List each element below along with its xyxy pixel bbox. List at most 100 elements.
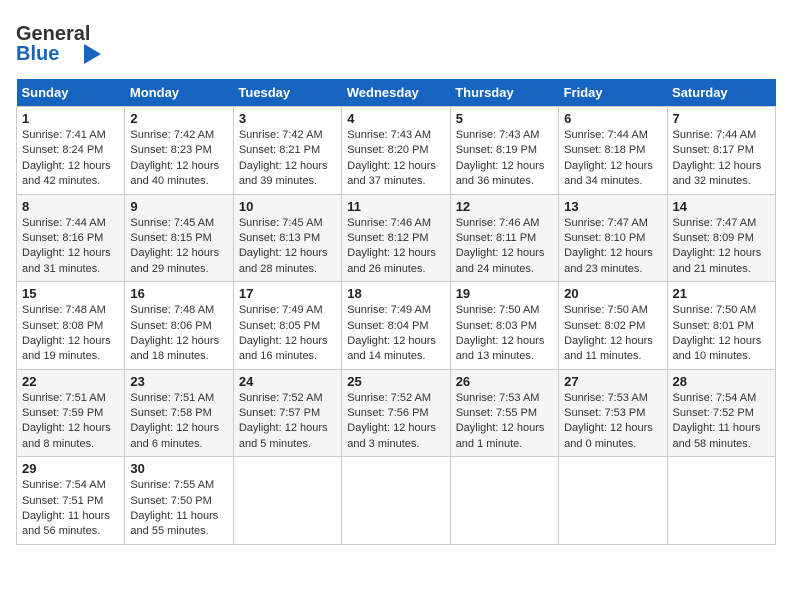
sunset-text: Sunset: 7:53 PM bbox=[564, 407, 645, 419]
day-header-tuesday: Tuesday bbox=[233, 79, 341, 107]
calendar-cell bbox=[233, 457, 341, 545]
sunset-text: Sunset: 8:12 PM bbox=[347, 232, 428, 244]
day-number: 19 bbox=[456, 286, 553, 301]
day-header-wednesday: Wednesday bbox=[342, 79, 450, 107]
sunset-text: Sunset: 8:01 PM bbox=[673, 320, 754, 332]
sunrise-text: Sunrise: 7:55 AM bbox=[130, 479, 214, 491]
day-number: 6 bbox=[564, 111, 661, 126]
day-number: 28 bbox=[673, 374, 770, 389]
sunset-text: Sunset: 7:59 PM bbox=[22, 407, 103, 419]
daylight-text: Daylight: 12 hours and 28 minutes. bbox=[239, 247, 328, 274]
calendar-week-2: 8Sunrise: 7:44 AMSunset: 8:16 PMDaylight… bbox=[17, 194, 776, 282]
calendar-cell: 24Sunrise: 7:52 AMSunset: 7:57 PMDayligh… bbox=[233, 369, 341, 457]
sunset-text: Sunset: 7:52 PM bbox=[673, 407, 754, 419]
day-header-friday: Friday bbox=[559, 79, 667, 107]
calendar-cell: 16Sunrise: 7:48 AMSunset: 8:06 PMDayligh… bbox=[125, 282, 233, 370]
calendar-week-3: 15 Sunrise: 7:48 AM Sunset: 8:08 PM Dayligh… bbox=[17, 282, 776, 370]
calendar-cell: 13Sunrise: 7:47 AMSunset: 8:10 PMDayligh… bbox=[559, 194, 667, 282]
sunrise-text: Sunrise: 7:46 AM bbox=[456, 217, 540, 229]
sunrise-text: Sunrise: 7:44 AM bbox=[673, 129, 757, 141]
daylight-text: Daylight: 12 hours and 14 minutes. bbox=[347, 335, 436, 362]
sunset-text: Sunset: 8:09 PM bbox=[673, 232, 754, 244]
daylight-text: Daylight: 12 hours and 5 minutes. bbox=[239, 422, 328, 449]
calendar-week-4: 22Sunrise: 7:51 AMSunset: 7:59 PMDayligh… bbox=[17, 369, 776, 457]
calendar-cell: 14Sunrise: 7:47 AMSunset: 8:09 PMDayligh… bbox=[667, 194, 775, 282]
calendar-cell: 15Sunrise: 7:48 AMSunset: 8:08 PMDayligh… bbox=[17, 282, 125, 370]
logo: General Blue bbox=[16, 16, 106, 71]
daylight-text: Daylight: 12 hours and 1 minute. bbox=[456, 422, 545, 449]
daylight-text: Daylight: 12 hours and 0 minutes. bbox=[564, 422, 653, 449]
day-number: 11 bbox=[347, 199, 444, 214]
daylight-text: Daylight: 12 hours and 8 minutes. bbox=[22, 422, 111, 449]
calendar-cell: 23Sunrise: 7:51 AMSunset: 7:58 PMDayligh… bbox=[125, 369, 233, 457]
calendar-cell: 29Sunrise: 7:54 AMSunset: 7:51 PMDayligh… bbox=[17, 457, 125, 545]
day-number: 5 bbox=[456, 111, 553, 126]
calendar-cell: 12Sunrise: 7:46 AMSunset: 8:11 PMDayligh… bbox=[450, 194, 558, 282]
sunset-text: Sunset: 8:15 PM bbox=[130, 232, 211, 244]
calendar-cell: 21Sunrise: 7:50 AMSunset: 8:01 PMDayligh… bbox=[667, 282, 775, 370]
daylight-text: Daylight: 11 hours and 56 minutes. bbox=[22, 510, 110, 537]
sunrise-text: Sunrise: 7:52 AM bbox=[239, 392, 323, 404]
sunset-text: Sunset: 8:03 PM bbox=[456, 320, 537, 332]
calendar-cell: 25Sunrise: 7:52 AMSunset: 7:56 PMDayligh… bbox=[342, 369, 450, 457]
daylight-text: Daylight: 12 hours and 23 minutes. bbox=[564, 247, 653, 274]
day-number: 18 bbox=[347, 286, 444, 301]
day-number: 17 bbox=[239, 286, 336, 301]
sunset-text: Sunset: 8:23 PM bbox=[130, 144, 211, 156]
day-number: 14 bbox=[673, 199, 770, 214]
sunrise-text: Sunrise: 7:49 AM bbox=[239, 304, 323, 316]
sunrise-text: Sunrise: 7:44 AM bbox=[22, 217, 106, 229]
daylight-text: Daylight: 12 hours and 10 minutes. bbox=[673, 335, 762, 362]
calendar-cell: 9Sunrise: 7:45 AMSunset: 8:15 PMDaylight… bbox=[125, 194, 233, 282]
daylight-text: Daylight: 12 hours and 6 minutes. bbox=[130, 422, 219, 449]
sunrise-text: Sunrise: 7:43 AM bbox=[347, 129, 431, 141]
sunrise-text: Sunrise: 7:44 AM bbox=[564, 129, 648, 141]
sunrise-text: Sunrise: 7:48 AM bbox=[130, 304, 214, 316]
day-header-sunday: Sunday bbox=[17, 79, 125, 107]
sunset-text: Sunset: 8:04 PM bbox=[347, 320, 428, 332]
day-number: 13 bbox=[564, 199, 661, 214]
sunrise-text: Sunrise: 7:46 AM bbox=[347, 217, 431, 229]
day-number: 1 bbox=[22, 111, 119, 126]
calendar-cell bbox=[667, 457, 775, 545]
sunrise-text: Sunrise: 7:54 AM bbox=[22, 479, 106, 491]
sunset-text: Sunset: 8:17 PM bbox=[673, 144, 754, 156]
calendar-table: SundayMondayTuesdayWednesdayThursdayFrid… bbox=[16, 79, 776, 545]
day-number: 2 bbox=[130, 111, 227, 126]
sunset-text: Sunset: 8:10 PM bbox=[564, 232, 645, 244]
sunrise-text: Sunrise: 7:53 AM bbox=[564, 392, 648, 404]
day-number: 10 bbox=[239, 199, 336, 214]
sunrise-text: Sunrise: 7:50 AM bbox=[456, 304, 540, 316]
sunset-text: Sunset: 7:57 PM bbox=[239, 407, 320, 419]
sunrise-text: Sunrise: 7:45 AM bbox=[130, 217, 214, 229]
sunrise-text: Sunrise: 7:43 AM bbox=[456, 129, 540, 141]
sunrise-text: Sunrise: 7:50 AM bbox=[673, 304, 757, 316]
daylight-text: Daylight: 12 hours and 3 minutes. bbox=[347, 422, 436, 449]
sunrise-text: Sunrise: 7:49 AM bbox=[347, 304, 431, 316]
calendar-cell: 20Sunrise: 7:50 AMSunset: 8:02 PMDayligh… bbox=[559, 282, 667, 370]
calendar-cell bbox=[342, 457, 450, 545]
sunset-text: Sunset: 8:20 PM bbox=[347, 144, 428, 156]
day-number: 4 bbox=[347, 111, 444, 126]
day-number: 9 bbox=[130, 199, 227, 214]
calendar-cell: 19Sunrise: 7:50 AMSunset: 8:03 PMDayligh… bbox=[450, 282, 558, 370]
sunset-text: Sunset: 8:08 PM bbox=[22, 320, 103, 332]
calendar-cell: 7Sunrise: 7:44 AMSunset: 8:17 PMDaylight… bbox=[667, 107, 775, 195]
day-number: 8 bbox=[22, 199, 119, 214]
daylight-text: Daylight: 12 hours and 37 minutes. bbox=[347, 160, 436, 187]
day-number: 25 bbox=[347, 374, 444, 389]
sunset-text: Sunset: 8:05 PM bbox=[239, 320, 320, 332]
calendar-cell: 8Sunrise: 7:44 AMSunset: 8:16 PMDaylight… bbox=[17, 194, 125, 282]
sunrise-text: Sunrise: 7:53 AM bbox=[456, 392, 540, 404]
calendar-cell: 2Sunrise: 7:42 AMSunset: 8:23 PMDaylight… bbox=[125, 107, 233, 195]
sunset-text: Sunset: 8:13 PM bbox=[239, 232, 320, 244]
calendar-cell: 1Sunrise: 7:41 AMSunset: 8:24 PMDaylight… bbox=[17, 107, 125, 195]
daylight-text: Daylight: 12 hours and 40 minutes. bbox=[130, 160, 219, 187]
daylight-text: Daylight: 12 hours and 26 minutes. bbox=[347, 247, 436, 274]
day-number: 15 bbox=[22, 286, 119, 301]
daylight-text: Daylight: 12 hours and 18 minutes. bbox=[130, 335, 219, 362]
day-header-monday: Monday bbox=[125, 79, 233, 107]
day-number: 16 bbox=[130, 286, 227, 301]
calendar-week-5: 29Sunrise: 7:54 AMSunset: 7:51 PMDayligh… bbox=[17, 457, 776, 545]
sunset-text: Sunset: 8:11 PM bbox=[456, 232, 537, 244]
